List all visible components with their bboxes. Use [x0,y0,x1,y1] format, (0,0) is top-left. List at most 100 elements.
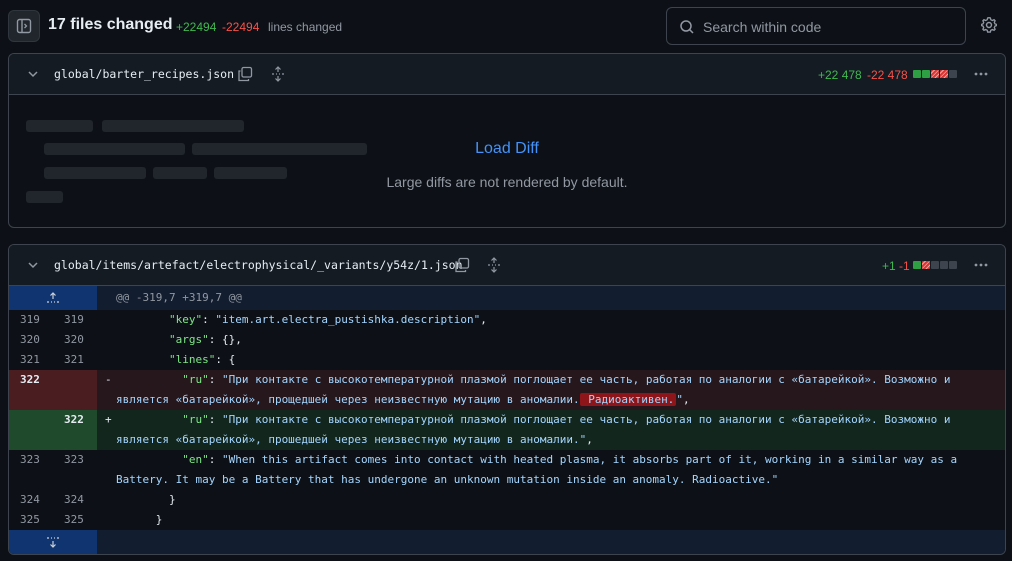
search-placeholder: Search within code [703,19,822,35]
file-header: global/items/artefact/electrophysical/_v… [9,245,1005,286]
diffstat-block [922,70,930,78]
search-icon [680,20,694,34]
line-code: "lines": { [97,350,1005,370]
deleted-line: 322 - "ru": "При контакте с высокотемпер… [9,370,1005,410]
kebab-menu-icon[interactable] [973,66,989,82]
diff-line: 320 320 "args": {}, [9,330,1005,350]
diff-line: 323 323 "en": "When this artifact comes … [9,450,1005,490]
file-tree-toggle-button[interactable] [8,10,40,42]
json-punct: : { [215,353,236,366]
added-line: 322 + "ru": "При контакте с высокотемпер… [9,410,1005,450]
hunk-header: @@ -319,7 +319,7 @@ [116,291,242,304]
line-code: } [116,493,176,506]
skeleton-line [102,120,244,132]
file-diff-y54z-variant: global/items/artefact/electrophysical/_v… [8,244,1006,555]
file-additions: +22 478 [818,68,862,82]
json-punct: , [682,393,690,406]
json-punct: : [202,313,216,326]
diff-line: 324 324 } [9,490,1005,510]
line-code: "ru": "При контакте с высокотемпературно… [97,410,1005,450]
chevron-down-icon[interactable] [27,259,39,271]
deleted-word-highlight: Радиоактивен. [579,393,677,406]
json-key: "key" [168,313,203,326]
new-line-number[interactable] [53,370,97,410]
expand-down-button[interactable] [9,530,97,554]
diff-toolbar: 17 files changed +22494 -22494 lines cha… [0,0,1012,53]
json-string: "item.art.electra_pustishka.description" [215,313,481,326]
diff-table: @@ -319,7 +319,7 @@ 319 319 "key": "item… [9,286,1005,554]
diff-line: 325 325 } [9,510,1005,530]
diffstat-block [922,261,930,269]
line-code: } [116,513,163,526]
old-line-number[interactable] [9,410,53,450]
json-punct: : [208,453,222,466]
sidebar-expand-icon [16,18,32,34]
file-name[interactable]: global/items/artefact/electrophysical/_v… [54,258,463,272]
json-punct: , [586,433,593,446]
new-line-number[interactable]: 320 [53,330,97,350]
old-line-number[interactable]: 323 [9,450,53,490]
json-punct: : [208,373,222,386]
files-changed-count: 17 files changed [48,16,173,33]
line-code: "key": "item.art.electra_pustishka.descr… [97,310,1005,330]
diff-line: 319 319 "key": "item.art.electra_pustish… [9,310,1005,330]
file-deletions: -1 [899,259,910,273]
chevron-down-icon[interactable] [27,68,39,80]
json-key: "ru" [182,413,209,426]
diff-line: 321 321 "lines": { [9,350,1005,370]
new-line-number[interactable]: 322 [53,410,97,450]
json-punct: , [480,313,487,326]
old-line-number[interactable]: 319 [9,310,53,330]
diffstat-block [931,261,939,269]
copy-icon[interactable] [454,257,470,273]
expand-down-row [9,530,1005,554]
expand-up-button[interactable] [9,286,97,310]
expand-all-icon[interactable] [270,66,286,82]
file-name[interactable]: global/barter_recipes.json [54,67,234,81]
old-line-number[interactable]: 322 [9,370,53,410]
json-string: "При контакте с высокотемпературной плаз… [116,373,958,406]
new-line-number[interactable]: 319 [53,310,97,330]
line-code: "en": "When this artifact comes into con… [97,450,1005,490]
file-diff-barter-recipes: global/barter_recipes.json +22 478 -22 4… [8,53,1006,228]
diffstat-block [949,261,957,269]
copy-icon[interactable] [237,66,253,82]
file-header: global/barter_recipes.json +22 478 -22 4… [9,54,1005,95]
kebab-menu-icon[interactable] [973,257,989,273]
old-line-number[interactable]: 325 [9,510,53,530]
diffstat-block [940,70,948,78]
json-punct: : [208,413,222,426]
line-code: "ru": "При контакте с высокотемпературно… [97,370,1005,410]
new-line-number[interactable]: 324 [53,490,97,510]
total-deletions: -22494 [222,20,260,34]
gear-icon[interactable] [980,16,998,34]
json-punct: : {}, [208,333,242,346]
expand-all-icon[interactable] [486,257,502,273]
new-line-number[interactable]: 321 [53,350,97,370]
skeleton-line [26,120,93,132]
json-key: "ru" [182,373,209,386]
large-diff-note: Large diffs are not rendered by default. [386,174,628,190]
old-line-number[interactable]: 324 [9,490,53,510]
load-diff-link[interactable]: Load Diff [9,140,1005,158]
search-within-code-input[interactable]: Search within code [666,7,966,45]
hunk-header-row: @@ -319,7 +319,7 @@ [9,286,1005,310]
old-line-number[interactable]: 320 [9,330,53,350]
new-line-number[interactable]: 323 [53,450,97,490]
json-key: "lines" [168,353,216,366]
skeleton-line [26,191,63,203]
file-additions: +1 [882,259,896,273]
json-string: " [676,393,683,406]
diffstat-blocks [913,261,957,269]
old-line-number[interactable]: 321 [9,350,53,370]
file-deletions: -22 478 [867,68,908,82]
expand-down-icon [47,537,59,548]
new-line-number[interactable]: 325 [53,510,97,530]
diffstat-block [913,70,921,78]
diffstat-blocks [913,70,957,78]
